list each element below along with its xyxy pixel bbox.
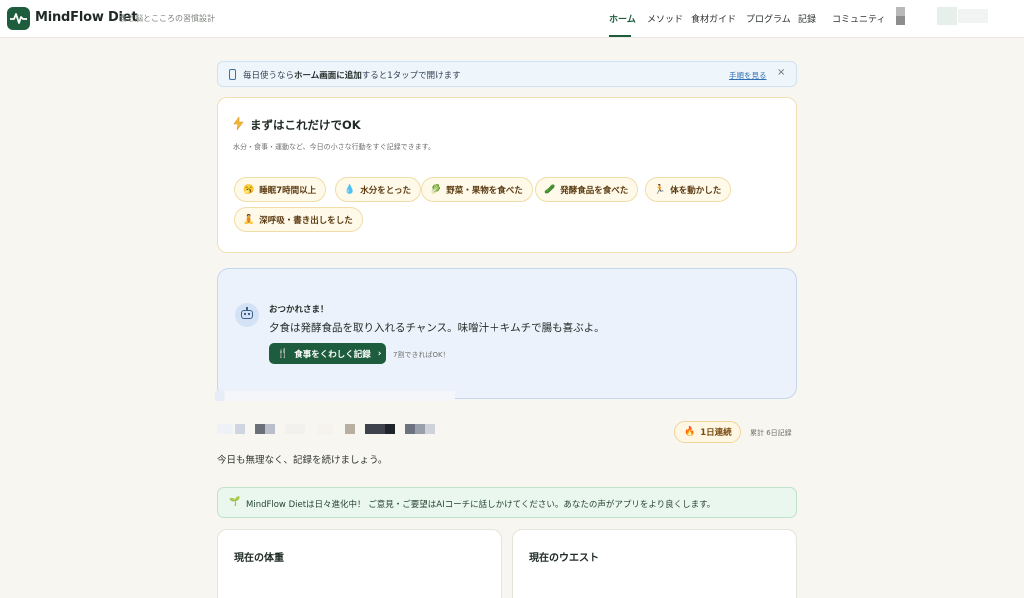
chip-label: 発酵食品を食べた [560,185,629,196]
coach-message: 夕食は発酵食品を取り入れるチャンス。味噌汁＋キムチで腸も喜ぶよ。 [269,322,605,334]
chip-label: 水分をとった [360,185,411,196]
redacted-avatar[interactable] [937,7,957,25]
smartphone-icon [229,69,236,80]
current-waist-card[interactable]: 現在のウエスト [512,529,797,598]
redacted-user-menu[interactable] [896,7,905,16]
close-icon[interactable]: × [777,67,785,78]
chip-breathing[interactable]: 🧘 深呼吸・書き出しをした [234,207,363,232]
chip-water[interactable]: 💧 水分をとった [335,177,421,202]
pulse-logo-icon[interactable] [7,7,30,30]
redacted-heading [217,424,457,436]
quick-log-card: まずはこれだけでOK 水分・食事・運動など、今日の小さな行動をすぐ記録できます。… [217,97,797,253]
chip-label: 睡眠7時間以上 [259,185,317,196]
leafy-green-icon: 🥬 [430,184,442,195]
nav-item-program[interactable]: プログラム [746,12,791,25]
banner-text: 毎日使うならホーム画面に追加すると1タップで開けます [243,71,461,81]
quick-log-title: まずはこれだけでOK [250,118,361,132]
redacted-username [958,9,988,23]
coach-greeting: おつかれさま！ [269,305,329,315]
coach-note: 7割できればOK！ [393,351,450,359]
current-weight-card[interactable]: 現在の体重 [217,529,502,598]
chip-exercise[interactable]: 🏃 体を動かした [645,177,732,202]
brand-tagline: 食と脳とこころの習慣設計 [119,14,215,23]
feedback-notice: 🌱 MindFlow Dietは日々進化中！ ご意見・ご要望はAIコーチに話しか… [217,487,797,518]
quick-log-subtitle: 水分・食事・運動など、今日の小さな行動をすぐ記録できます。 [233,143,435,151]
sleep-icon: 🥱 [243,184,255,195]
lightning-icon [233,117,244,130]
encouragement-text: 今日も無理なく、記録を続けましょう。 [217,455,388,466]
nav-item-log[interactable]: 記録 [798,12,816,25]
ai-coach-card: おつかれさま！ 夕食は発酵食品を取り入れるチャンス。味噌汁＋キムチで腸も喜ぶよ。… [217,268,797,399]
button-label: 食事をくわしく記録 [294,349,371,360]
chip-label: 体を動かした [670,185,722,196]
nav-item-method[interactable]: メソッド [647,12,683,25]
weight-title: 現在の体重 [234,553,284,564]
chip-label: 深呼吸・書き出しをした [259,215,353,226]
chip-vegetables[interactable]: 🥬 野菜・果物を食べた [421,177,533,202]
notice-text: MindFlow Dietは日々進化中！ ご意見・ご要望はAIコーチに話しかけて… [246,500,716,510]
fork-knife-icon: 🍴 [277,348,289,359]
chip-fermented[interactable]: 🥒 発酵食品を食べた [535,177,639,202]
cucumber-icon: 🥒 [544,184,556,195]
nav-item-home[interactable]: ホーム [609,12,636,25]
total-days: 累計 6日記録 [750,429,792,437]
runner-icon: 🏃 [654,184,666,195]
robot-icon [235,303,259,327]
chip-sleep[interactable]: 🥱 睡眠7時間以上 [234,177,327,202]
chip-label: 野菜・果物を食べた [446,185,523,196]
nav-item-food-guide[interactable]: 食材ガイド [691,12,736,25]
log-meal-detail-button[interactable]: 🍴 食事をくわしく記録 › [269,343,386,364]
streak-label: 1日連続 [700,428,732,438]
flame-icon: 🔥 [684,427,696,437]
nav-item-community[interactable]: コミュニティ [832,12,885,25]
top-header: MindFlow Diet 食と脳とこころの習慣設計 ホーム メソッド 食材ガイ… [0,0,1024,38]
meditation-icon: 🧘 [243,214,255,225]
show-steps-link[interactable]: 手順を見る [729,70,767,81]
water-drop-icon: 💧 [344,184,356,195]
streak-badge: 🔥 1日連続 [674,421,741,443]
chevron-right-icon: › [377,348,382,359]
seedling-icon: 🌱 [229,497,241,507]
waist-title: 現在のウエスト [529,553,599,564]
redacted-user-menu-lower [896,16,905,25]
add-to-home-banner: 毎日使うならホーム画面に追加すると1タップで開けます 手順を見る × [217,61,797,87]
redacted-region [215,391,455,401]
active-nav-indicator [609,35,631,37]
